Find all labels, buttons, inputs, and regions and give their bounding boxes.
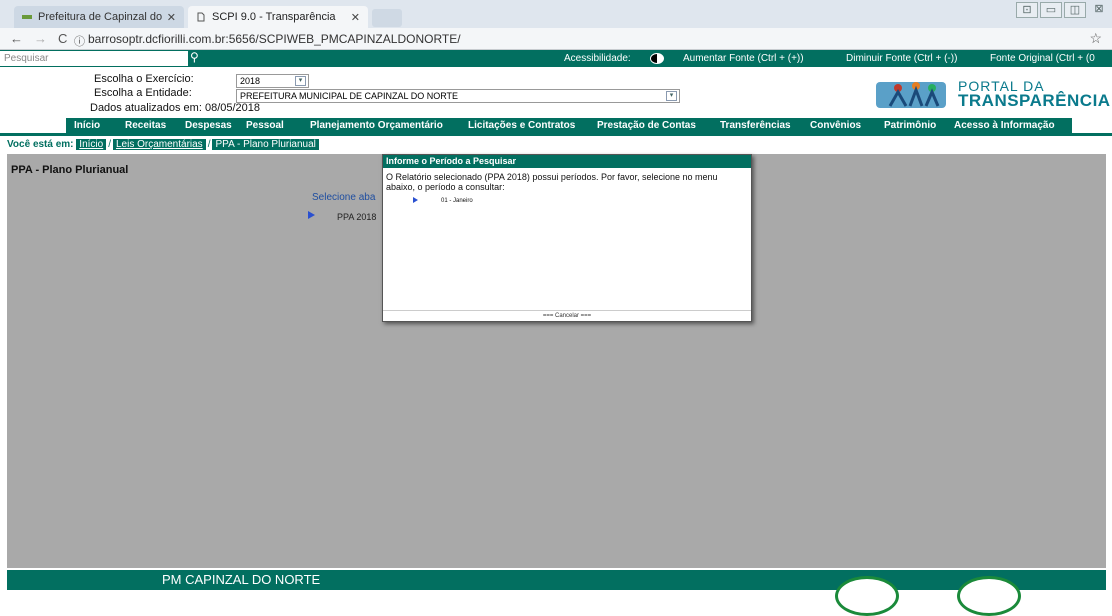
entity-label: Escolha a Entidade:	[94, 87, 192, 99]
menu-item-pessoal[interactable]: Pessoal	[246, 120, 284, 131]
menu-item-receitas[interactable]: Receitas	[125, 120, 166, 131]
back-arrow-icon[interactable]: ←	[10, 31, 23, 46]
breadcrumb-item-inicio[interactable]: Início	[76, 139, 107, 150]
close-tab-icon[interactable]: ✕	[167, 11, 176, 24]
url-field[interactable]: barrosoptr.dcfiorilli.com.br:5656/SCPIWE…	[88, 32, 461, 46]
select-tab-text: Selecione aba	[312, 192, 376, 203]
close-tab-icon[interactable]: ✕	[351, 11, 360, 24]
breadcrumb: Você está em: Início / Leis Orçamentárias /…	[7, 139, 319, 152]
page-footer: PM CAPINZAL DO NORTE	[7, 570, 1106, 616]
chevron-down-icon: ▾	[295, 76, 306, 86]
page-title: PPA - Plano Plurianual	[11, 164, 129, 176]
increase-font-link[interactable]: Aumentar Fonte (Ctrl + (+))	[683, 53, 804, 64]
menu-item-licitacoes[interactable]: Licitações e Contratos	[468, 120, 575, 131]
browser-tab-label: Prefeitura de Capinzal do	[38, 11, 163, 23]
menu-item-patrimonio[interactable]: Patrimônio	[884, 120, 936, 131]
cancel-button[interactable]: === Cancelar ===	[383, 310, 751, 322]
exercise-select[interactable]: 2018 ▾	[236, 74, 309, 88]
menu-item-transferencias[interactable]: Transferências	[720, 120, 791, 131]
search-icon[interactable]: ⚲	[190, 50, 199, 64]
address-bar: ← → C ⓘ barrosoptr.dcfiorilli.com.br:565…	[0, 28, 1112, 50]
exercise-label: Escolha o Exercício:	[94, 73, 194, 85]
menu-item-planejamento[interactable]: Planejamento Orçamentário	[310, 120, 443, 131]
entity-value: PREFEITURA MUNICIPAL DE CAPINZAL DO NORT…	[240, 91, 459, 101]
user-icon[interactable]: ⊡	[1016, 2, 1038, 18]
accessibility-bar: Pesquisar ⚲ Acessibilidade: Aumentar Fon…	[0, 50, 1112, 67]
breadcrumb-item-ppa: PPA - Plano Plurianual	[212, 139, 319, 150]
forward-arrow-icon[interactable]: →	[34, 31, 47, 46]
menu-item-inicio[interactable]: Início	[74, 120, 100, 131]
footer-title: PM CAPINZAL DO NORTE	[162, 572, 321, 587]
search-input[interactable]: Pesquisar	[0, 51, 188, 66]
minimize-button[interactable]: ▭	[1040, 2, 1062, 18]
original-font-link[interactable]: Fonte Original (Ctrl + (0	[990, 53, 1095, 64]
dialog-title: Informe o Período a Pesquisar	[383, 155, 751, 168]
menu-item-convenios[interactable]: Convênios	[810, 120, 861, 131]
period-dialog: Informe o Período a Pesquisar O Relatóri…	[382, 154, 752, 322]
main-menu: Início Receitas Despesas Pessoal Planeja…	[66, 118, 1072, 133]
info-badge-icon[interactable]	[835, 576, 899, 616]
browser-tab-strip: Prefeitura de Capinzal do ✕ SCPI 9.0 - T…	[0, 0, 1112, 28]
entity-select[interactable]: PREFEITURA MUNICIPAL DE CAPINZAL DO NORT…	[236, 89, 680, 103]
updated-date-text: Dados atualizados em: 08/05/2018	[90, 102, 261, 114]
breadcrumb-separator: /	[207, 139, 211, 150]
breadcrumb-item-leis[interactable]: Leis Orçamentárias	[112, 139, 206, 150]
transparency-portal-logo-icon	[876, 82, 946, 108]
browser-tab-prefeitura[interactable]: Prefeitura de Capinzal do ✕	[14, 6, 184, 28]
bookmark-star-icon[interactable]: ☆	[1089, 30, 1102, 47]
ppa-link[interactable]: PPA 2018	[337, 212, 376, 222]
chevron-down-icon: ▾	[666, 91, 677, 101]
browser-tab-scpi[interactable]: SCPI 9.0 - Transparência ✕	[188, 6, 368, 28]
exercise-value: 2018	[240, 76, 261, 86]
new-tab-button[interactable]	[372, 9, 402, 27]
right-margin	[1106, 154, 1112, 590]
breadcrumb-separator: /	[108, 139, 111, 150]
browser-tab-label: SCPI 9.0 - Transparência	[212, 11, 336, 23]
maximize-button[interactable]: ◫	[1064, 2, 1086, 18]
menu-item-prestacao[interactable]: Prestação de Contas	[597, 120, 696, 131]
reload-icon[interactable]: C	[58, 31, 67, 46]
close-window-button[interactable]: ⊠	[1088, 2, 1110, 18]
breadcrumb-prefix: Você está em:	[7, 139, 74, 150]
contact-badge-icon[interactable]	[957, 576, 1021, 616]
bullet-arrow-icon	[308, 211, 315, 219]
site-favicon-icon	[22, 15, 32, 19]
dialog-message: O Relatório selecionado (PPA 2018) possu…	[386, 172, 718, 192]
info-icon[interactable]: ⓘ	[74, 33, 85, 49]
menu-divider	[0, 133, 1112, 136]
decrease-font-link[interactable]: Diminuir Fonte (Ctrl + (-))	[846, 53, 957, 64]
page-header: Escolha o Exercício: 2018 ▾ Escolha a En…	[0, 67, 1112, 117]
page-icon	[197, 12, 205, 22]
accessibility-label: Acessibilidade:	[564, 53, 631, 64]
period-option-janeiro[interactable]: 01 - Janeiro	[441, 198, 473, 204]
menu-item-despesas[interactable]: Despesas	[185, 120, 232, 131]
menu-item-acesso[interactable]: Acesso à Informação	[954, 120, 1055, 131]
logo-text-transparency: TRANSPARÊNCIA	[958, 91, 1111, 110]
contrast-icon[interactable]	[650, 53, 664, 64]
bullet-arrow-icon	[413, 197, 418, 203]
